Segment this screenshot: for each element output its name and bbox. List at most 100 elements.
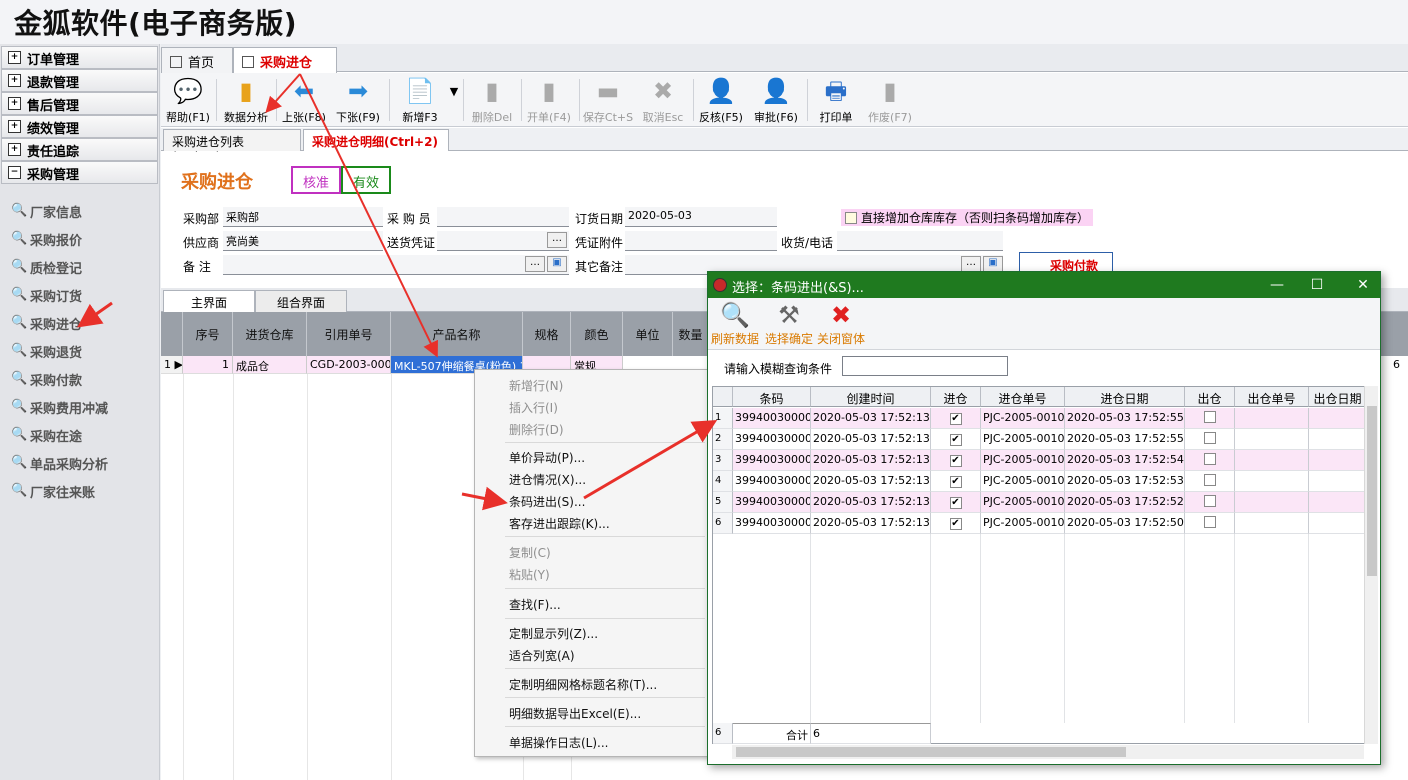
checked-checkbox-icon[interactable]: ✔ — [949, 476, 962, 488]
sidebar-item-supplier-ledger[interactable]: 🔍 厂家往来账 — [0, 478, 159, 506]
dept-field[interactable]: 采购部 — [223, 207, 383, 227]
date-field[interactable]: 2020-05-03 — [625, 207, 777, 227]
print-button[interactable]: 🖶 打印单 — [811, 75, 861, 125]
sidebar-item-item-analysis[interactable]: 🔍 单品采购分析 — [0, 450, 159, 478]
sidebar-group-aftersale[interactable]: + 售后管理 — [1, 92, 158, 115]
menu-item-find[interactable]: 查找(F)... — [509, 596, 561, 613]
cancel-button[interactable]: ✖ 取消Esc — [638, 75, 688, 125]
cell-empty[interactable] — [1235, 450, 1309, 471]
tab-combo[interactable]: 组合界面 — [255, 290, 347, 312]
checked-checkbox-icon[interactable]: ✔ — [949, 497, 962, 509]
minimize-button[interactable]: — — [1264, 275, 1290, 295]
cell-empty[interactable] — [1309, 513, 1367, 534]
maximize-button[interactable]: ☐ — [1304, 275, 1330, 295]
checked-checkbox-icon[interactable]: ✔ — [949, 455, 962, 467]
approve-button[interactable]: 👤 审批(F6) — [751, 75, 801, 125]
header-spec[interactable]: 规格 — [523, 312, 571, 356]
cell-in-date[interactable]: 2020-05-03 17:52:53 — [1065, 471, 1185, 492]
header-out[interactable]: 出仓 — [1185, 387, 1235, 407]
cell-empty[interactable] — [1309, 429, 1367, 450]
cell-empty[interactable] — [1309, 471, 1367, 492]
menu-item-export-excel[interactable]: 明细数据导出Excel(E)... — [509, 705, 641, 722]
sidebar-group-orders[interactable]: + 订单管理 — [1, 46, 158, 69]
menu-item-add-row[interactable]: 新增行(N) — [509, 377, 563, 394]
header-in[interactable]: 进仓 — [931, 387, 981, 407]
cell-in-checkbox[interactable]: ✔ — [931, 429, 981, 450]
void-button[interactable]: ▮ 作废(F7) — [865, 75, 915, 125]
voucher-browse-button[interactable]: … — [547, 232, 567, 248]
direct-stock-option[interactable]: 直接增加仓库库存（否则扫条码增加库存） — [841, 209, 1094, 226]
tab-purchase-inbound[interactable]: 采购进仓× — [233, 47, 337, 86]
sidebar-item-supplier-info[interactable]: 🔍 厂家信息 — [0, 198, 159, 226]
cell-created[interactable]: 2020-05-03 17:52:13 — [811, 471, 931, 492]
subtab-list[interactable]: 采购进仓列表(Ctrl+1) — [163, 129, 301, 164]
cell-out-checkbox[interactable] — [1185, 408, 1235, 429]
refresh-button[interactable]: 🔍 刷新数据 — [710, 300, 760, 347]
cell-barcode[interactable]: 399400300003 — [733, 450, 811, 471]
scrollbar-thumb[interactable] — [1367, 406, 1377, 576]
cell-empty[interactable] — [1309, 492, 1367, 513]
header-seq[interactable]: 序号 — [183, 312, 233, 356]
save-button[interactable]: ▬ 保存Ct+S — [582, 75, 634, 125]
cell-out-checkbox[interactable] — [1185, 450, 1235, 471]
next-button[interactable]: ➡ 下张(F9) — [333, 75, 383, 125]
unchecked-checkbox-icon[interactable] — [1203, 495, 1216, 507]
confirm-button[interactable]: ⚒ 选择确定 — [764, 300, 814, 347]
unchecked-checkbox-icon[interactable] — [1203, 516, 1216, 528]
unchecked-checkbox-icon[interactable] — [1203, 411, 1216, 423]
cell-empty[interactable] — [1235, 471, 1309, 492]
cell-barcode[interactable]: 399400300006 — [733, 513, 811, 534]
menu-item-operation-log[interactable]: 单据操作日志(L)... — [509, 734, 609, 751]
checked-checkbox-icon[interactable]: ✔ — [949, 434, 962, 446]
menu-item-copy[interactable]: 复制(C) — [509, 544, 551, 561]
attachment-field[interactable] — [625, 231, 777, 251]
sidebar-group-responsibility[interactable]: + 责任追踪 — [1, 138, 158, 161]
menu-item-fit-width[interactable]: 适合列宽(A) — [509, 647, 575, 664]
cell-barcode[interactable]: 399400300001 — [733, 408, 811, 429]
cell-empty[interactable] — [1235, 492, 1309, 513]
header-warehouse[interactable]: 进货仓库 — [233, 312, 307, 356]
remark-field[interactable] — [223, 255, 569, 275]
unchecked-checkbox-icon[interactable] — [1203, 453, 1216, 465]
menu-item-inbound-status[interactable]: 进仓情况(X)... — [509, 471, 586, 488]
checked-checkbox-icon[interactable]: ✔ — [949, 413, 962, 425]
header-ref[interactable]: 引用单号 — [307, 312, 391, 356]
cell-in-checkbox[interactable]: ✔ — [931, 471, 981, 492]
scrollbar-thumb[interactable] — [736, 747, 1126, 757]
cell-warehouse[interactable]: 成品仓 — [233, 356, 307, 374]
save-icon[interactable]: ▣ — [547, 256, 567, 272]
header-color[interactable]: 颜色 — [571, 312, 623, 356]
unaudit-button[interactable]: 👤 反核(F5) — [696, 75, 746, 125]
open-button[interactable]: ▮ 开单(F4) — [524, 75, 574, 125]
sidebar-item-purchase-quote[interactable]: 🔍 采购报价 — [0, 226, 159, 254]
save-icon[interactable]: ▣ — [983, 256, 1003, 272]
cell-created[interactable]: 2020-05-03 17:52:13 — [811, 429, 931, 450]
help-button[interactable]: 💬 帮助(F1) — [163, 75, 213, 125]
menu-item-custom-columns[interactable]: 定制显示列(Z)... — [509, 625, 598, 642]
cell-out-checkbox[interactable] — [1185, 471, 1235, 492]
tab-main[interactable]: 主界面 — [163, 290, 255, 312]
cell-in-checkbox[interactable]: ✔ — [931, 408, 981, 429]
checked-checkbox-icon[interactable]: ✔ — [949, 518, 962, 530]
sidebar-item-purchase-payment[interactable]: 🔍 采购付款 — [0, 366, 159, 394]
cell-ref[interactable]: CGD-2003-0003 — [307, 356, 391, 374]
cell-in-date[interactable]: 2020-05-03 17:52:55 — [1065, 429, 1185, 450]
header-barcode[interactable]: 条码 — [733, 387, 811, 407]
cell-in-date[interactable]: 2020-05-03 17:52:52 — [1065, 492, 1185, 513]
cell-seq[interactable]: 1 — [183, 356, 233, 374]
cell-in-checkbox[interactable]: ✔ — [931, 450, 981, 471]
cell-in-checkbox[interactable]: ✔ — [931, 513, 981, 534]
cell-in-no[interactable]: PJC-2005-0010 — [981, 450, 1065, 471]
query-input[interactable] — [842, 356, 1008, 376]
buyer-field[interactable] — [437, 207, 569, 227]
new-button[interactable]: 📄 新增F3 — [395, 75, 445, 125]
close-form-button[interactable]: ✖ 关闭窗体 — [816, 300, 866, 347]
checkbox[interactable] — [845, 212, 857, 224]
sidebar-item-in-transit[interactable]: 🔍 采购在途 — [0, 422, 159, 450]
header-product[interactable]: 产品名称 — [391, 312, 523, 356]
cell-empty[interactable] — [1309, 408, 1367, 429]
cell-empty[interactable] — [1235, 429, 1309, 450]
header-qty[interactable]: 数量 — [673, 312, 709, 356]
remark-browse-button[interactable]: … — [525, 256, 545, 272]
header-created[interactable]: 创建时间 — [811, 387, 931, 407]
